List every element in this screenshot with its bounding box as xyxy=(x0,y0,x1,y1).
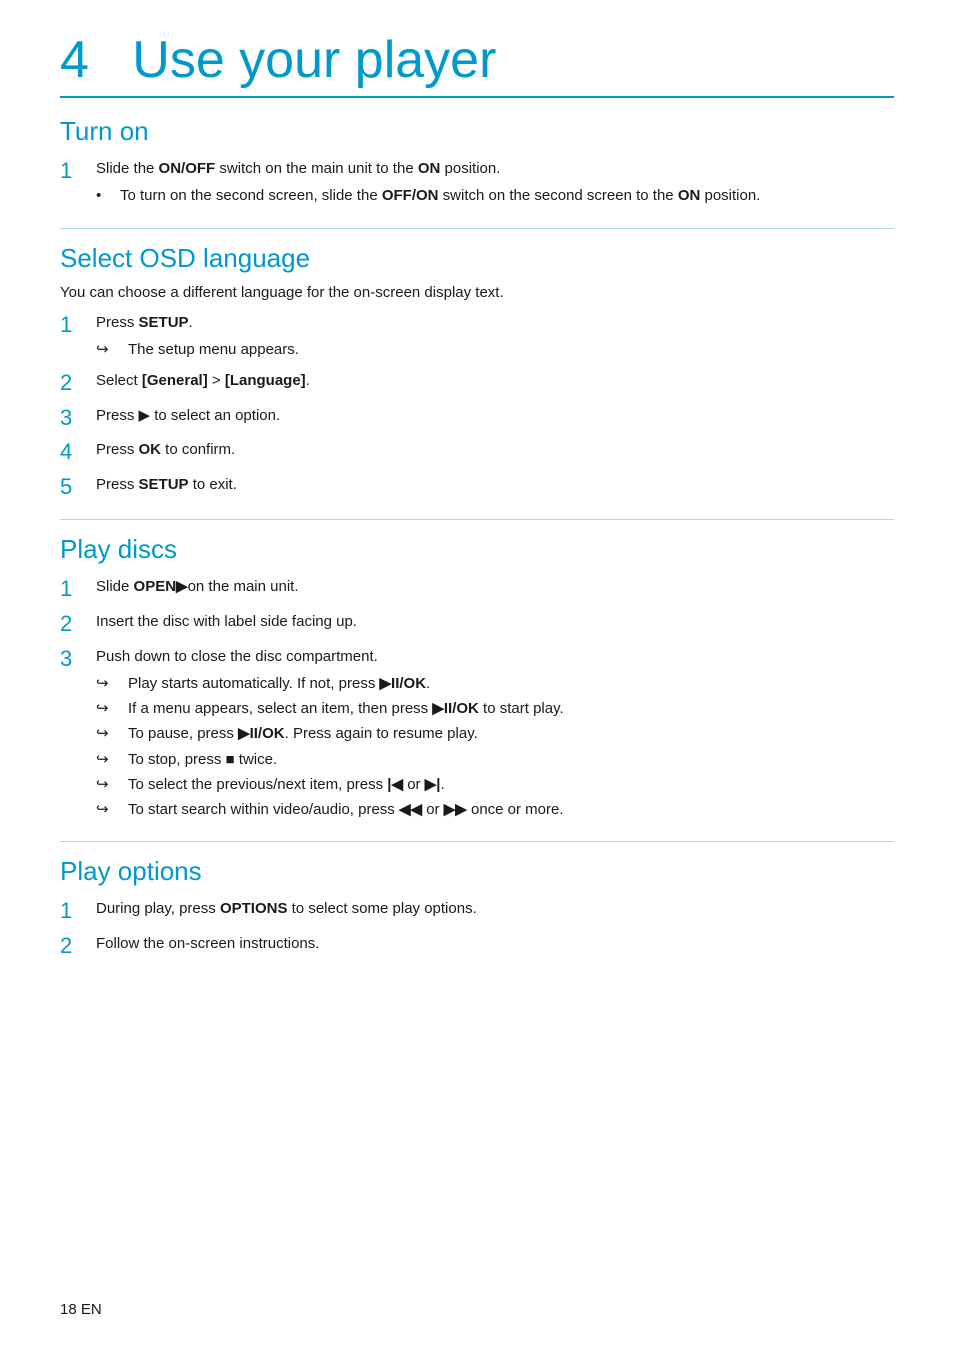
section-turn-on: Turn on 1 Slide the ON/OFF switch on the… xyxy=(60,116,894,210)
arrow-bullet-item: ↪ To start search within video/audio, pr… xyxy=(96,798,894,821)
list-item: 3 Push down to close the disc compartmen… xyxy=(60,645,894,824)
list-item: 2 Insert the disc with label side facing… xyxy=(60,610,894,639)
section-intro-osd: You can choose a different language for … xyxy=(60,284,894,301)
step-content: Select [General] > [Language]. xyxy=(96,369,894,392)
arrow-bullet-item: ↪ The setup menu appears. xyxy=(96,338,894,361)
step-content: Push down to close the disc compartment.… xyxy=(96,645,894,824)
play-discs-list: 1 Slide OPEN▶on the main unit. 2 Insert … xyxy=(60,575,894,823)
page-title: 4 Use your player xyxy=(60,30,894,90)
list-item: 1 Slide OPEN▶on the main unit. xyxy=(60,575,894,604)
arrow-symbol: ↪ xyxy=(96,722,124,745)
arrow-bullet-list: ↪ The setup menu appears. xyxy=(96,338,894,361)
section-select-osd: Select OSD language You can choose a dif… xyxy=(60,243,894,502)
section-title-turn-on: Turn on xyxy=(60,116,894,147)
arrow-text: Play starts automatically. If not, press… xyxy=(128,672,430,695)
arrow-symbol: ↪ xyxy=(96,748,124,771)
section-divider-3 xyxy=(60,841,894,842)
page-footer: 18 EN xyxy=(60,1301,102,1318)
step-number: 1 xyxy=(60,311,96,340)
sub-bullet-text: To turn on the second screen, slide the … xyxy=(120,184,760,207)
arrow-text: To stop, press ■ twice. xyxy=(128,748,277,771)
arrow-text: To start search within video/audio, pres… xyxy=(128,798,564,821)
step-number: 2 xyxy=(60,610,96,639)
step-number: 2 xyxy=(60,369,96,398)
step-content: Slide OPEN▶on the main unit. xyxy=(96,575,894,598)
section-divider-2 xyxy=(60,519,894,520)
arrow-text: The setup menu appears. xyxy=(128,338,299,361)
osd-list: 1 Press SETUP. ↪ The setup menu appears.… xyxy=(60,311,894,502)
section-play-options: Play options 1 During play, press OPTION… xyxy=(60,856,894,960)
arrow-symbol: ↪ xyxy=(96,798,124,821)
step-number: 3 xyxy=(60,404,96,433)
sub-bullet-item: • To turn on the second screen, slide th… xyxy=(96,184,894,207)
step-content: Insert the disc with label side facing u… xyxy=(96,610,894,633)
bullet-dot: • xyxy=(96,184,116,207)
section-divider-1 xyxy=(60,228,894,229)
list-item: 2 Follow the on-screen instructions. xyxy=(60,932,894,961)
arrow-bullet-item: ↪ To pause, press ▶II/OK. Press again to… xyxy=(96,722,894,745)
arrow-bullet-item: ↪ Play starts automatically. If not, pre… xyxy=(96,672,894,695)
step-number: 4 xyxy=(60,438,96,467)
step-content: Press SETUP to exit. xyxy=(96,473,894,496)
list-item: 1 Slide the ON/OFF switch on the main un… xyxy=(60,157,894,210)
arrow-symbol: ↪ xyxy=(96,697,124,720)
sub-bullet-list: • To turn on the second screen, slide th… xyxy=(96,184,894,207)
play-options-list: 1 During play, press OPTIONS to select s… xyxy=(60,897,894,960)
section-title-osd: Select OSD language xyxy=(60,243,894,274)
step-content: During play, press OPTIONS to select som… xyxy=(96,897,894,920)
arrow-bullet-item: ↪ To stop, press ■ twice. xyxy=(96,748,894,771)
list-item: 3 Press ▶ to select an option. xyxy=(60,404,894,433)
step-number: 5 xyxy=(60,473,96,502)
step-content: Follow the on-screen instructions. xyxy=(96,932,894,955)
arrow-bullet-item: ↪ If a menu appears, select an item, the… xyxy=(96,697,894,720)
step-number: 1 xyxy=(60,575,96,604)
arrow-text: To pause, press ▶II/OK. Press again to r… xyxy=(128,722,478,745)
list-item: 1 Press SETUP. ↪ The setup menu appears. xyxy=(60,311,894,364)
section-title-play-options: Play options xyxy=(60,856,894,887)
chapter-title: Use your player xyxy=(132,31,496,89)
list-item: 4 Press OK to confirm. xyxy=(60,438,894,467)
turn-on-list: 1 Slide the ON/OFF switch on the main un… xyxy=(60,157,894,210)
section-play-discs: Play discs 1 Slide OPEN▶on the main unit… xyxy=(60,534,894,823)
step-number: 1 xyxy=(60,897,96,926)
step-content: Press ▶ to select an option. xyxy=(96,404,894,427)
arrow-symbol: ↪ xyxy=(96,773,124,796)
step-content: Slide the ON/OFF switch on the main unit… xyxy=(96,157,894,210)
chapter-number: 4 xyxy=(60,31,89,89)
step-number: 2 xyxy=(60,932,96,961)
step-number: 3 xyxy=(60,645,96,674)
section-title-play-discs: Play discs xyxy=(60,534,894,565)
arrow-symbol: ↪ xyxy=(96,338,124,361)
arrow-text: To select the previous/next item, press … xyxy=(128,773,445,796)
step-content: Press SETUP. ↪ The setup menu appears. xyxy=(96,311,894,364)
arrow-text: If a menu appears, select an item, then … xyxy=(128,697,564,720)
list-item: 5 Press SETUP to exit. xyxy=(60,473,894,502)
arrow-bullet-list: ↪ Play starts automatically. If not, pre… xyxy=(96,672,894,822)
title-divider xyxy=(60,96,894,98)
arrow-symbol: ↪ xyxy=(96,672,124,695)
step-number: 1 xyxy=(60,157,96,186)
arrow-bullet-item: ↪ To select the previous/next item, pres… xyxy=(96,773,894,796)
list-item: 1 During play, press OPTIONS to select s… xyxy=(60,897,894,926)
list-item: 2 Select [General] > [Language]. xyxy=(60,369,894,398)
step-content: Press OK to confirm. xyxy=(96,438,894,461)
